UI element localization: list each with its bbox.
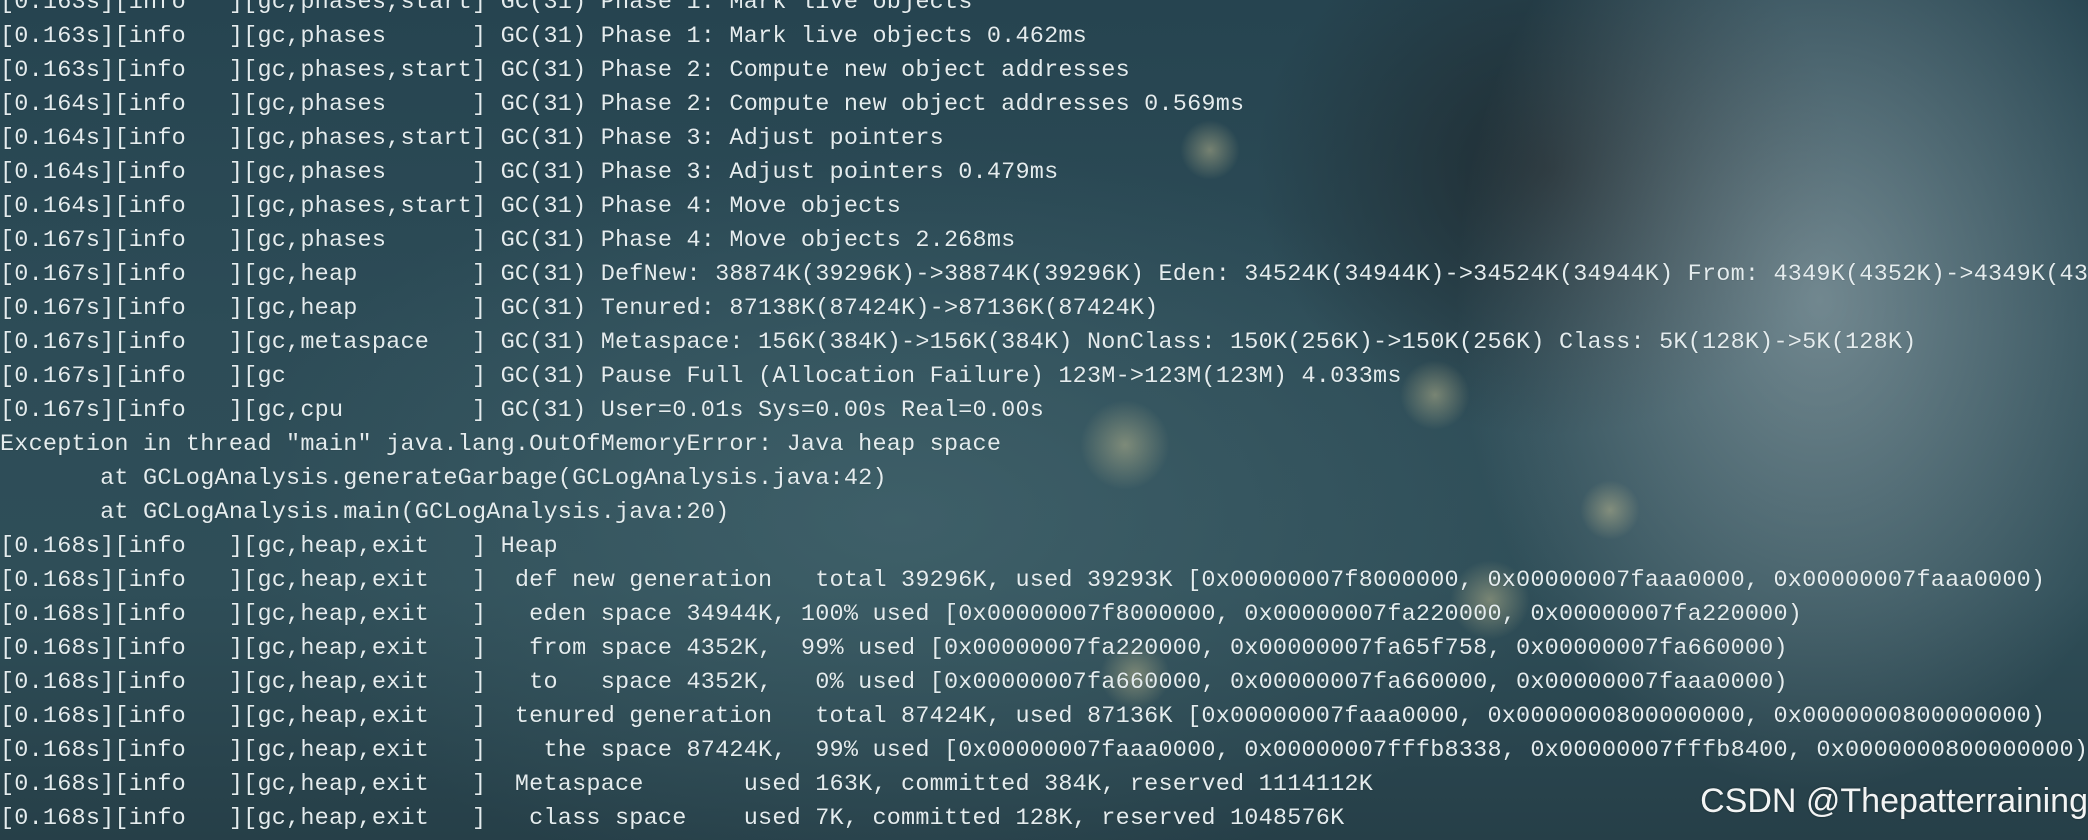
- log-line: [0.167s][info ][gc,metaspace ] GC(31) Me…: [0, 329, 1917, 356]
- log-line: [0.167s][info ][gc,phases ] GC(31) Phase…: [0, 227, 1016, 254]
- csdn-watermark: CSDN @Thepatterraining: [1700, 782, 2088, 820]
- stack-trace-line: at GCLogAnalysis.main(GCLogAnalysis.java…: [0, 499, 730, 526]
- log-line: [0.164s][info ][gc,phases,start] GC(31) …: [0, 193, 902, 220]
- log-line: [0.168s][info ][gc,heap,exit ] Heap: [0, 533, 558, 560]
- log-line: [0.163s][info ][gc,phases,start] GC(31) …: [0, 57, 1130, 84]
- terminal-output[interactable]: [0.163s][info ][gc,phases,start] GC(31) …: [0, 0, 2088, 836]
- log-line: [0.164s][info ][gc,phases ] GC(31) Phase…: [0, 159, 1059, 186]
- log-line: [0.168s][info ][gc,heap,exit ] from spac…: [0, 635, 1788, 662]
- log-line: [0.168s][info ][gc,heap,exit ] def new g…: [0, 567, 2046, 594]
- log-line: [0.167s][info ][gc,heap ] GC(31) Tenured…: [0, 295, 1159, 322]
- log-line: [0.163s][info ][gc,phases ] GC(31) Phase…: [0, 23, 1087, 50]
- log-line: [0.168s][info ][gc,heap,exit ] to space …: [0, 669, 1788, 696]
- log-line: [0.163s][info ][gc,phases,start] GC(31) …: [0, 0, 973, 16]
- log-line: [0.168s][info ][gc,heap,exit ] eden spac…: [0, 601, 1803, 628]
- log-line: [0.167s][info ][gc,cpu ] GC(31) User=0.0…: [0, 397, 1045, 424]
- exception-line: Exception in thread "main" java.lang.Out…: [0, 431, 1002, 458]
- log-line: [0.168s][info ][gc,heap,exit ] the space…: [0, 737, 2088, 764]
- log-line: [0.168s][info ][gc,heap,exit ] tenured g…: [0, 703, 2046, 730]
- log-line: [0.164s][info ][gc,phases ] GC(31) Phase…: [0, 91, 1245, 118]
- log-line: [0.167s][info ][gc ] GC(31) Pause Full (…: [0, 363, 1402, 390]
- stack-trace-line: at GCLogAnalysis.generateGarbage(GCLogAn…: [0, 465, 887, 492]
- log-line: [0.164s][info ][gc,phases,start] GC(31) …: [0, 125, 944, 152]
- log-line: [0.167s][info ][gc,heap ] GC(31) DefNew:…: [0, 261, 2088, 288]
